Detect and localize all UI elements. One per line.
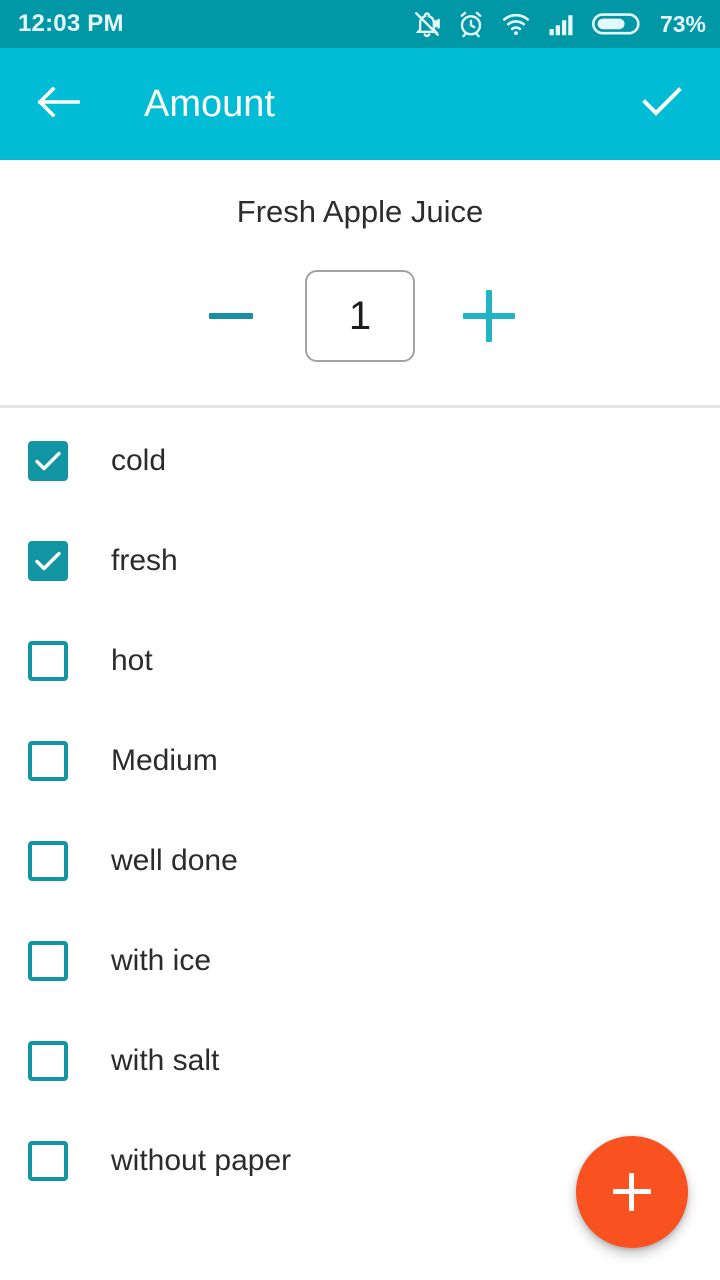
bell-muted-icon [412, 9, 442, 39]
quantity-value: 1 [348, 294, 372, 338]
increment-button[interactable] [441, 268, 537, 364]
alarm-clock-icon [456, 9, 486, 39]
option-row-well-done[interactable]: well done [0, 811, 720, 911]
checkbox-with-salt[interactable] [28, 1041, 68, 1081]
checkbox-medium[interactable] [28, 741, 68, 781]
checkmark-icon [35, 451, 61, 471]
minus-icon [209, 313, 253, 319]
item-name-label: Fresh Apple Juice [236, 194, 484, 229]
option-row-with-ice[interactable]: with ice [0, 911, 720, 1011]
back-arrow-icon [35, 84, 81, 125]
option-list: cold fresh hot Medium well done with ice… [0, 411, 720, 1211]
quantity-field[interactable]: 1 [305, 270, 415, 362]
decrement-button[interactable] [183, 268, 279, 364]
checkbox-fresh[interactable] [28, 541, 68, 581]
add-option-fab[interactable] [576, 1136, 688, 1248]
option-label: without paper [111, 1144, 292, 1177]
plus-icon [613, 1173, 651, 1211]
option-row-with-salt[interactable]: with salt [0, 1011, 720, 1111]
battery-icon [591, 11, 642, 37]
check-icon [641, 85, 683, 124]
option-row-medium[interactable]: Medium [0, 711, 720, 811]
confirm-button[interactable] [636, 78, 688, 130]
option-label: cold [111, 444, 167, 477]
checkmark-icon [35, 551, 61, 571]
checkbox-without-paper[interactable] [28, 1141, 68, 1181]
checkbox-cold[interactable] [28, 441, 68, 481]
app-bar: Amount [0, 48, 720, 160]
page-title: Amount [144, 83, 275, 125]
status-clock: 12:03 PM [18, 10, 124, 37]
signal-bars-icon [546, 9, 578, 39]
option-label: well done [111, 844, 238, 877]
option-label: with salt [111, 1044, 220, 1077]
wifi-icon [500, 9, 532, 39]
checkbox-well-done[interactable] [28, 841, 68, 881]
battery-percent-label: 73% [659, 10, 706, 37]
option-row-hot[interactable]: hot [0, 611, 720, 711]
option-label: Medium [111, 744, 218, 777]
app-screen: 12:03 PM 73% Amount Fresh Apple Juice 1 … [0, 0, 720, 1280]
option-label: hot [111, 644, 153, 677]
amount-section: Fresh Apple Juice 1 [0, 160, 720, 408]
option-label: fresh [111, 544, 178, 577]
plus-icon [463, 290, 515, 342]
status-bar: 12:03 PM 73% [0, 0, 720, 48]
option-row-cold[interactable]: cold [0, 411, 720, 511]
status-icon-group: 73% [412, 9, 706, 39]
option-row-fresh[interactable]: fresh [0, 511, 720, 611]
back-button[interactable] [32, 78, 84, 130]
checkbox-hot[interactable] [28, 641, 68, 681]
checkbox-with-ice[interactable] [28, 941, 68, 981]
option-label: with ice [111, 944, 212, 977]
quantity-stepper: 1 [0, 266, 720, 366]
